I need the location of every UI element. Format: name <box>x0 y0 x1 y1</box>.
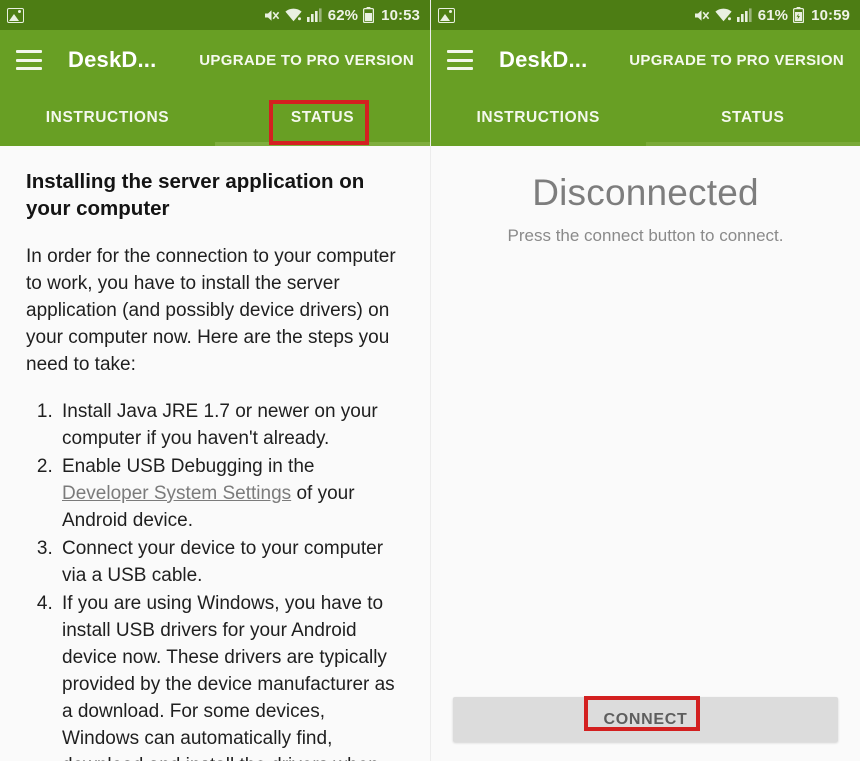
step-text: Install Java JRE 1.7 or newer on your co… <box>62 400 378 449</box>
app-title: DeskD... <box>68 47 157 72</box>
wifi-icon <box>715 8 732 22</box>
developer-system-settings-link[interactable]: Developer System Settings <box>62 483 291 504</box>
left-app-bar: DeskD... UPGRADE TO PRO VERSION <box>0 30 430 90</box>
wifi-icon <box>285 8 302 22</box>
tab-status[interactable]: STATUS <box>215 90 430 146</box>
connect-button-container: CONNECT <box>431 697 860 742</box>
photo-icon <box>7 7 24 23</box>
hamburger-menu-icon[interactable] <box>16 50 42 70</box>
left-phone-screen: 62% 10:53 DeskD... UPGRADE TO PRO VERSIO… <box>0 0 430 761</box>
status-bar-notifications <box>7 7 24 23</box>
cell-signal-icon <box>306 8 322 22</box>
upgrade-to-pro-button[interactable]: UPGRADE TO PRO VERSION <box>629 52 852 69</box>
list-item: Install Java JRE 1.7 or newer on your co… <box>58 399 404 453</box>
cell-signal-icon <box>736 8 752 22</box>
hamburger-menu-icon[interactable] <box>447 50 473 70</box>
tab-status[interactable]: STATUS <box>646 90 860 146</box>
battery-icon <box>793 7 805 23</box>
connection-status-title: Disconnected <box>532 172 759 213</box>
right-phone-screen: 61% 10:59 DeskD... UPGRADE TO PRO VERSIO… <box>430 0 860 761</box>
instructions-document: Installing the server application on you… <box>0 146 430 761</box>
list-item: Connect your device to your computer via… <box>58 536 404 590</box>
battery-percent-label: 62% <box>327 6 359 24</box>
right-tab-bar: INSTRUCTIONS STATUS <box>431 90 860 146</box>
status-bar-clock: 10:53 <box>381 6 420 24</box>
connect-button[interactable]: CONNECT <box>453 697 838 742</box>
tab-instructions[interactable]: INSTRUCTIONS <box>0 90 215 146</box>
app-title: DeskD... <box>499 47 588 72</box>
steps-list: Install Java JRE 1.7 or newer on your co… <box>26 399 404 761</box>
list-item: If you are using Windows, you have to in… <box>58 591 404 761</box>
status-bar-indicators: 62% 10:53 <box>264 7 420 24</box>
step-text: If you are using Windows, you have to in… <box>62 592 395 761</box>
tab-instructions[interactable]: INSTRUCTIONS <box>431 90 646 146</box>
volume-mute-icon <box>694 8 710 23</box>
status-screen: Disconnected Press the connect button to… <box>431 146 860 761</box>
dual-screenshot-container: 62% 10:53 DeskD... UPGRADE TO PRO VERSIO… <box>0 0 860 761</box>
list-item: Enable USB Debugging in the Developer Sy… <box>58 454 404 535</box>
step-text: Enable USB Debugging in the <box>62 455 315 477</box>
right-status-bar: 61% 10:59 <box>431 0 860 30</box>
battery-percent-label: 61% <box>757 6 789 24</box>
volume-mute-icon <box>264 8 280 23</box>
right-app-bar: DeskD... UPGRADE TO PRO VERSION <box>431 30 860 90</box>
upgrade-to-pro-button[interactable]: UPGRADE TO PRO VERSION <box>199 52 422 69</box>
status-bar-notifications <box>438 7 455 23</box>
left-status-bar: 62% 10:53 <box>0 0 430 30</box>
status-bar-indicators: 61% 10:59 <box>694 7 850 24</box>
left-content-area: Installing the server application on you… <box>0 146 430 761</box>
step-text: Connect your device to your computer via… <box>62 537 384 586</box>
status-bar-clock: 10:59 <box>811 6 850 24</box>
page-title: Installing the server application on you… <box>26 170 365 221</box>
left-tab-bar: INSTRUCTIONS STATUS <box>0 90 430 146</box>
connection-status-subtitle: Press the connect button to connect. <box>507 226 784 245</box>
intro-paragraph: In order for the connection to your comp… <box>26 246 396 375</box>
battery-icon <box>363 7 375 23</box>
photo-icon <box>438 7 455 23</box>
